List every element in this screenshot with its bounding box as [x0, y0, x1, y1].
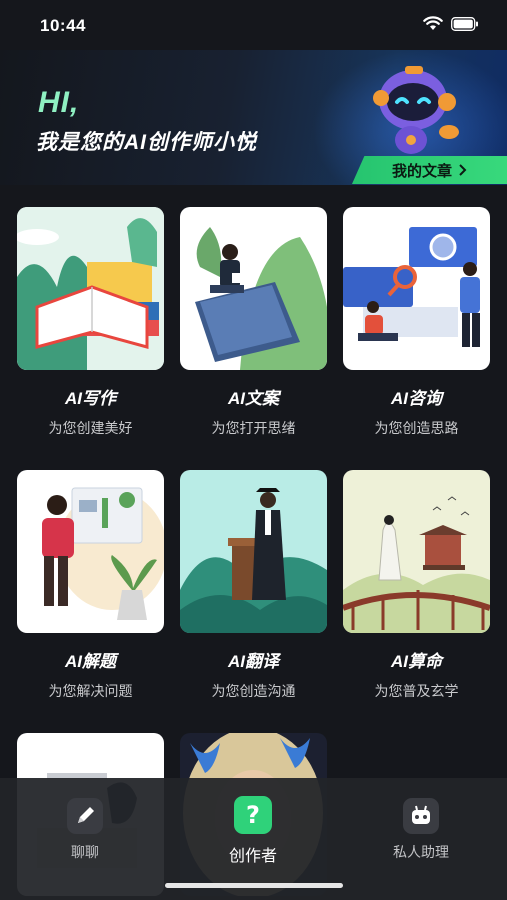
question-icon: ? [234, 796, 272, 834]
robot-icon [403, 798, 439, 834]
tab-label: 创作者 [228, 848, 277, 865]
card-ai-copywriting[interactable]: AI文案 为您打开思绪 [180, 207, 327, 436]
card-title: AI解题 [65, 652, 116, 671]
card-ai-consulting-image [343, 207, 490, 370]
tab-label: 聊聊 [71, 844, 99, 860]
card-title: AI翻译 [228, 652, 279, 671]
card-subtitle: 为您打开思绪 [211, 420, 296, 436]
tab-creator[interactable]: ? 创作者 [198, 796, 308, 866]
tab-chat[interactable]: 聊聊 [30, 798, 140, 862]
home-indicator [165, 883, 343, 888]
card-ai-fortune[interactable]: AI算命 为您普及玄学 [343, 470, 490, 699]
bottom-tab-bar: 聊聊 ? 创作者 私人助理 [0, 778, 507, 900]
card-ai-translation-image [180, 470, 327, 633]
card-title: AI文案 [228, 389, 279, 408]
card-ai-copywriting-image [180, 207, 327, 370]
my-articles-button[interactable]: 我的文章 [352, 156, 507, 184]
status-bar: 10:44 [0, 0, 507, 50]
card-ai-problem-solving-image [17, 470, 164, 633]
banner-subtitle: 我是您的AI创作师小悦 [36, 131, 257, 154]
status-icons [423, 16, 479, 31]
card-subtitle: 为您创造沟通 [211, 683, 296, 699]
wifi-icon [423, 16, 443, 30]
tab-label: 私人助理 [393, 844, 449, 860]
card-ai-fortune-image [343, 470, 490, 633]
card-ai-problem-solving[interactable]: AI解题 为您解决问题 [17, 470, 164, 699]
pencil-icon [67, 798, 103, 834]
my-articles-label: 我的文章 [391, 162, 452, 180]
card-subtitle: 为您普及玄学 [374, 683, 459, 699]
card-ai-writing-image [17, 207, 164, 370]
battery-icon [451, 16, 478, 31]
card-subtitle: 为您创造思路 [374, 420, 459, 436]
card-subtitle: 为您解决问题 [48, 683, 133, 699]
svg-text:?: ? [246, 801, 260, 829]
robot-mascot-icon [373, 66, 459, 154]
banner-greeting: HI, [38, 86, 80, 119]
tab-personal-assistant[interactable]: 私人助理 [366, 798, 476, 862]
card-ai-consulting[interactable]: AI咨询 为您创造思路 [343, 207, 490, 436]
chevron-right-icon [459, 164, 467, 176]
card-title: AI咨询 [391, 389, 442, 408]
status-time: 10:44 [40, 16, 86, 35]
card-title: AI写作 [65, 389, 116, 408]
card-title: AI算命 [391, 652, 442, 671]
card-ai-writing[interactable]: AI写作 为您创建美好 [17, 207, 164, 436]
card-ai-translation[interactable]: AI翻译 为您创造沟通 [180, 470, 327, 699]
hero-banner: HI, 我是您的AI创作师小悦 我的文章 [0, 50, 507, 185]
card-subtitle: 为您创建美好 [48, 420, 133, 436]
